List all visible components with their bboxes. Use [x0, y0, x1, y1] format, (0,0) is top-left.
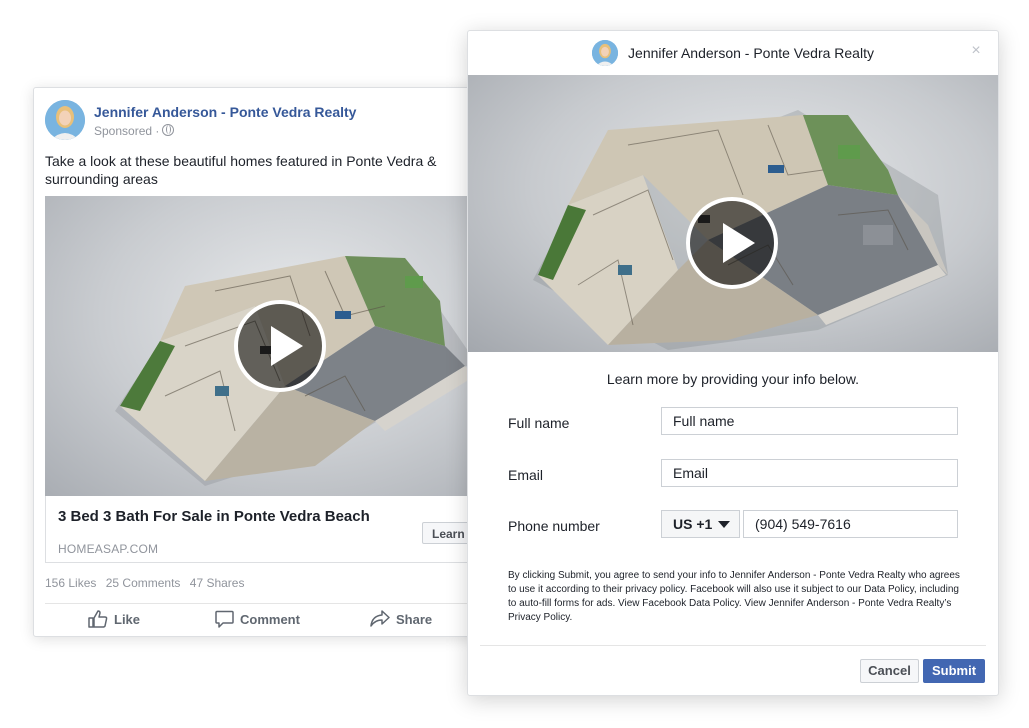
form-intro-text: Learn more by providing your info below.	[606, 371, 860, 387]
play-icon[interactable]	[234, 300, 326, 392]
play-icon[interactable]	[686, 197, 778, 289]
sponsored-label: Sponsored ·	[94, 124, 175, 138]
phone-number-label: Phone number	[508, 518, 600, 534]
comment-icon	[215, 610, 234, 628]
divider	[480, 645, 986, 646]
facebook-post-card: Jennifer Anderson - Ponte Vedra Realty S…	[33, 87, 505, 637]
post-video-thumbnail[interactable]	[45, 196, 504, 496]
share-icon	[370, 610, 390, 627]
page-name-link[interactable]: Jennifer Anderson - Ponte Vedra Realty	[94, 104, 356, 120]
comment-label: Comment	[240, 611, 300, 627]
dialog-avatar	[592, 40, 619, 66]
close-icon[interactable]: ×	[968, 43, 984, 59]
comments-count[interactable]: 25 Comments	[106, 576, 181, 590]
submit-button[interactable]: Submit	[923, 659, 985, 683]
sponsored-text: Sponsored ·	[94, 124, 160, 138]
link-title[interactable]: 3 Bed 3 Bath For Sale in Ponte Vedra Bea…	[58, 508, 370, 525]
country-code-value: US +1	[673, 516, 713, 532]
divider	[45, 603, 504, 604]
engagement-stats: 156 Likes 25 Comments 47 Shares	[45, 576, 250, 590]
like-label: Like	[114, 611, 141, 627]
dialog-video-thumbnail[interactable]	[468, 75, 998, 352]
full-name-field[interactable]: Full name	[661, 407, 958, 435]
share-button[interactable]: Share	[370, 610, 432, 628]
phone-number-field[interactable]: (904) 549-7616	[743, 510, 958, 538]
like-button[interactable]: Like	[88, 610, 140, 628]
dialog-header: Jennifer Anderson - Ponte Vedra Realty	[468, 31, 998, 75]
shares-count[interactable]: 47 Shares	[190, 576, 245, 590]
cancel-button[interactable]: Cancel	[860, 659, 919, 683]
link-preview[interactable]: 3 Bed 3 Bath For Sale in Ponte Vedra Bea…	[45, 496, 504, 563]
full-name-label: Full name	[508, 415, 570, 431]
post-body-text: Take a look at these beautiful homes fea…	[45, 153, 437, 187]
globe-icon	[162, 124, 175, 136]
post-actions: Like Comment Share	[45, 610, 504, 634]
dialog-title: Jennifer Anderson - Ponte Vedra Realty	[628, 45, 874, 61]
link-domain: HOMEASAP.COM	[58, 542, 159, 556]
lead-form-dialog: Jennifer Anderson - Ponte Vedra Realty ×	[467, 30, 999, 696]
email-field[interactable]: Email	[661, 459, 958, 487]
page-avatar[interactable]	[45, 100, 85, 140]
share-label: Share	[396, 611, 433, 627]
chevron-down-icon	[718, 521, 730, 528]
thumbs-up-icon	[88, 610, 108, 628]
likes-count[interactable]: 156 Likes	[45, 576, 96, 590]
comment-button[interactable]: Comment	[215, 610, 300, 628]
email-label: Email	[508, 467, 544, 483]
country-code-select[interactable]: US +1	[661, 510, 740, 538]
privacy-disclaimer: By clicking Submit, you agree to send yo…	[508, 570, 960, 623]
